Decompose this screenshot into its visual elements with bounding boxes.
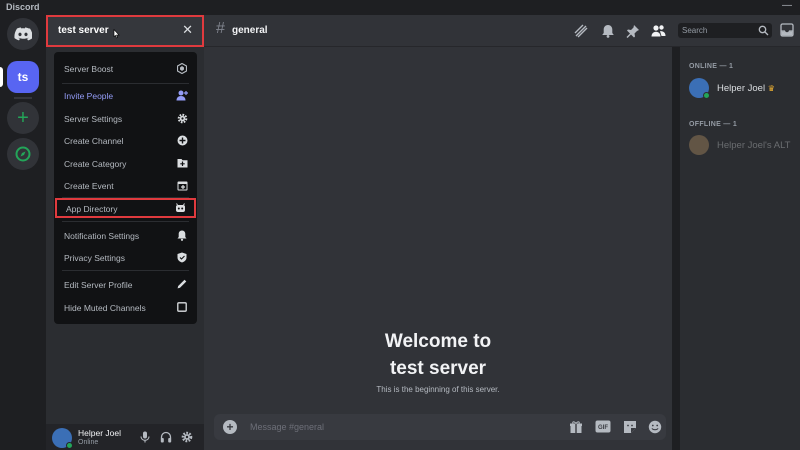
- selected-server-indicator: [0, 67, 3, 87]
- welcome-line-1: Welcome to: [384, 331, 492, 352]
- calendar-plus-icon: [176, 179, 188, 191]
- plus-circle-icon: [176, 134, 188, 146]
- online-status-dot: [703, 92, 710, 99]
- welcome-heading: Welcome to test server: [204, 328, 672, 382]
- title-bar: Discord —: [0, 0, 800, 15]
- server-dropdown-menu: Server Boost Invite People Server Settin…: [54, 52, 197, 324]
- mouse-cursor-icon: [113, 29, 120, 39]
- checkbox-unchecked-icon[interactable]: [176, 301, 188, 313]
- user-settings-gear-icon[interactable]: [181, 431, 193, 443]
- search-input[interactable]: Search: [678, 23, 772, 38]
- header-toolbar-right: Search: [672, 15, 800, 47]
- server-name: test server: [58, 25, 109, 36]
- member-name: Helper Joel's ALT: [717, 140, 791, 151]
- menu-item-edit-server-profile[interactable]: Edit Server Profile: [54, 274, 197, 294]
- explore-servers-button[interactable]: [7, 138, 39, 170]
- server-header[interactable]: test server ✕: [46, 15, 204, 47]
- boost-gem-icon: [176, 62, 188, 74]
- channel-hash-icon: #: [216, 20, 225, 37]
- server-icon-test-server[interactable]: ts: [7, 61, 39, 93]
- pencil-icon: [176, 278, 188, 290]
- add-server-button[interactable]: +: [7, 102, 39, 134]
- headphones-icon[interactable]: [160, 431, 172, 443]
- channel-header: # general: [204, 15, 672, 47]
- attach-plus-icon[interactable]: +: [223, 420, 237, 434]
- microphone-icon[interactable]: [140, 431, 152, 443]
- menu-item-notification-settings[interactable]: Notification Settings: [54, 225, 197, 245]
- menu-item-create-event[interactable]: Create Event: [54, 175, 197, 195]
- member-list: ONLINE — 1 Helper Joel ♛ OFFLINE — 1 Hel…: [680, 47, 800, 450]
- crown-icon: ♛: [767, 84, 775, 93]
- member-avatar: [689, 78, 710, 99]
- home-button[interactable]: [7, 18, 39, 50]
- svg-text:GIF: GIF: [598, 425, 608, 431]
- server-list: ts +: [0, 15, 46, 450]
- sticker-icon[interactable]: [623, 420, 637, 434]
- member-item[interactable]: Helper Joel ♛: [689, 78, 799, 102]
- folder-plus-icon: [176, 157, 188, 169]
- menu-item-invite-people[interactable]: Invite People: [54, 85, 197, 105]
- menu-item-privacy-settings[interactable]: Privacy Settings: [54, 247, 197, 267]
- discord-logo-icon: [14, 27, 32, 41]
- add-person-icon: [176, 89, 188, 101]
- menu-item-create-category[interactable]: Create Category: [54, 153, 197, 173]
- gear-icon: [176, 112, 188, 124]
- channel-name: general: [232, 25, 268, 36]
- minimize-button[interactable]: —: [782, 0, 792, 11]
- menu-item-app-directory[interactable]: App Directory: [55, 198, 196, 218]
- message-composer[interactable]: + Message #general GIF: [214, 414, 666, 440]
- shield-icon: [176, 251, 188, 263]
- threads-icon[interactable]: [574, 24, 588, 38]
- chat-area: # general Welcome to test server This is…: [204, 15, 672, 450]
- gift-icon[interactable]: [569, 420, 583, 434]
- menu-item-create-channel[interactable]: Create Channel: [54, 130, 197, 150]
- compass-icon: [15, 146, 31, 162]
- emoji-icon[interactable]: [648, 420, 662, 434]
- member-item[interactable]: Helper Joel's ALT: [689, 135, 799, 159]
- plus-icon: +: [17, 106, 29, 129]
- member-list-icon[interactable]: [651, 24, 666, 38]
- pin-icon[interactable]: [626, 24, 640, 38]
- user-status: Online: [78, 439, 99, 446]
- bell-icon: [176, 229, 188, 241]
- server-list-divider: [14, 97, 32, 99]
- offline-group-header: OFFLINE — 1: [689, 121, 738, 128]
- online-status-dot: [66, 442, 73, 449]
- user-name: Helper Joel: [78, 428, 121, 438]
- user-panel: Helper Joel Online: [46, 424, 204, 450]
- search-placeholder: Search: [682, 26, 708, 35]
- inbox-icon[interactable]: [780, 23, 794, 37]
- robot-icon: [174, 202, 186, 214]
- search-icon: [758, 25, 769, 36]
- member-avatar: [689, 135, 709, 155]
- menu-divider: [62, 83, 189, 84]
- menu-item-server-settings[interactable]: Server Settings: [54, 108, 197, 128]
- welcome-subtitle: This is the beginning of this server.: [376, 385, 500, 394]
- menu-item-server-boost[interactable]: Server Boost: [54, 58, 197, 78]
- menu-divider: [62, 270, 189, 271]
- member-name: Helper Joel: [717, 83, 766, 94]
- notification-bell-icon[interactable]: [601, 24, 615, 38]
- avatar[interactable]: [52, 428, 73, 449]
- menu-item-hide-muted-channels[interactable]: Hide Muted Channels: [54, 297, 197, 317]
- app-title: Discord: [6, 2, 40, 12]
- welcome-line-2: test server: [389, 358, 487, 379]
- menu-divider: [62, 221, 189, 222]
- close-icon[interactable]: ✕: [182, 22, 193, 38]
- online-group-header: ONLINE — 1: [689, 63, 734, 70]
- message-input[interactable]: Message #general: [250, 422, 324, 432]
- gif-icon[interactable]: GIF: [595, 420, 611, 434]
